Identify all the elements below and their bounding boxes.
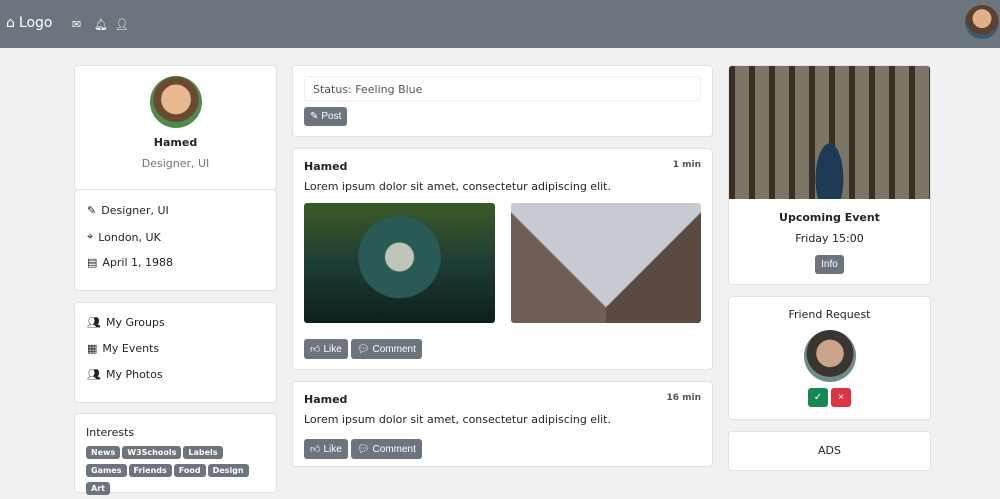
interest-tag[interactable]: Food bbox=[173, 464, 206, 477]
profile-card: Hamed Designer, UI bbox=[74, 65, 277, 190]
event-time: Friday 15:00 bbox=[795, 232, 864, 245]
profile-role: Designer, UI bbox=[141, 157, 210, 170]
people-icon: 👥︎ bbox=[87, 316, 101, 329]
logo-link[interactable]: ⌂ Logo bbox=[6, 15, 52, 31]
like-button[interactable]: 👍︎ Like bbox=[304, 339, 348, 359]
status-input[interactable]: Status: Feeling Blue bbox=[304, 76, 701, 101]
comment-button[interactable]: 💬︎ Comment bbox=[350, 439, 422, 459]
link-label: My Groups bbox=[105, 316, 165, 329]
pencil-icon: ✎ bbox=[310, 111, 319, 122]
info-card: ✎ Designer, UI ⌖ London, UK ▤ April 1, 1988 bbox=[74, 189, 277, 291]
info-role: Designer, UI bbox=[101, 204, 169, 217]
comment-label: Comment bbox=[372, 343, 416, 355]
links-card: 👥︎ My Groups ▦ My Events 👥︎ My Photos bbox=[74, 302, 277, 403]
location-icon: ⌖ bbox=[87, 230, 94, 243]
post-card: Hamed 1 min Lorem ipsum dolor sit amet, c… bbox=[292, 148, 713, 370]
comment-icon: 💬︎ bbox=[356, 343, 370, 355]
link-label: My Events bbox=[102, 342, 160, 355]
post-image-building[interactable] bbox=[511, 203, 701, 323]
event-image bbox=[729, 66, 930, 199]
link-label: My Photos bbox=[105, 368, 163, 381]
home-icon: ⌂ bbox=[6, 15, 15, 31]
accept-button[interactable]: ✓ bbox=[808, 388, 828, 407]
friend-request-title: Friend Request bbox=[788, 308, 871, 321]
thumbs-up-icon: 👍︎ bbox=[310, 444, 321, 455]
people-icon: 👥︎ bbox=[87, 368, 101, 381]
friend-request-card: Friend Request ✓ × bbox=[728, 296, 931, 420]
like-label: Like bbox=[323, 343, 342, 355]
interest-tag[interactable]: W3Schools bbox=[122, 446, 182, 459]
like-button[interactable]: 👍︎ Like bbox=[304, 439, 348, 459]
like-label: Like bbox=[323, 443, 342, 455]
post-text: Lorem ipsum dolor sit amet, consectetur … bbox=[304, 413, 611, 426]
interest-tag[interactable]: News bbox=[86, 446, 121, 459]
interest-tag[interactable]: Design bbox=[207, 464, 249, 477]
status-card: Status: Feeling Blue ✎ Post bbox=[292, 65, 713, 137]
profile-name: Hamed bbox=[153, 136, 198, 149]
link-my-photos[interactable]: 👥︎ My Photos bbox=[87, 368, 163, 381]
navbar: ⌂ Logo ✉ 🔔︎ 👤︎ bbox=[0, 0, 1000, 48]
post-card: Hamed 16 min Lorem ipsum dolor sit amet, … bbox=[292, 381, 713, 467]
comment-icon: 💬︎ bbox=[356, 443, 370, 455]
bell-icon[interactable]: 🔔︎ bbox=[94, 18, 108, 31]
interests-title: Interests bbox=[86, 426, 135, 439]
tag-list: News W3Schools Labels Games Friends Food Desig… bbox=[86, 445, 265, 499]
post-button[interactable]: ✎ Post bbox=[304, 107, 348, 126]
post-image-car[interactable] bbox=[304, 203, 495, 323]
post-time: 1 min bbox=[672, 160, 701, 170]
interest-tag[interactable]: Labels bbox=[183, 446, 223, 459]
post-time: 16 min bbox=[666, 393, 701, 403]
link-my-events[interactable]: ▦ My Events bbox=[87, 342, 159, 355]
cake-icon: ▤ bbox=[87, 256, 98, 269]
ads-card: ADS bbox=[728, 431, 931, 471]
calendar-icon: ▦ bbox=[87, 342, 98, 355]
post-label: Post bbox=[321, 111, 342, 122]
info-location: London, UK bbox=[98, 230, 161, 244]
friend-avatar bbox=[803, 330, 856, 382]
avatar[interactable] bbox=[965, 5, 999, 39]
interest-tag[interactable]: Games bbox=[86, 464, 127, 477]
event-title: Upcoming Event bbox=[779, 211, 880, 224]
pencil-icon: ✎ bbox=[87, 204, 97, 217]
post-text: Lorem ipsum dolor sit amet, consectetur … bbox=[304, 180, 611, 193]
comment-button[interactable]: 💬︎ Comment bbox=[350, 339, 422, 359]
ads-title: ADS bbox=[818, 444, 841, 457]
post-author: Hamed bbox=[304, 393, 348, 406]
comment-label: Comment bbox=[372, 443, 416, 455]
user-icon[interactable]: 👤︎ bbox=[115, 18, 129, 31]
thumbs-up-icon: 👍︎ bbox=[310, 344, 321, 355]
interests-card: Interests News W3Schools Labels Games Friend… bbox=[74, 413, 277, 495]
envelope-icon[interactable]: ✉ bbox=[72, 18, 81, 31]
event-card: Upcoming Event Friday 15:00 Info bbox=[728, 65, 931, 285]
info-birthday: April 1, 1988 bbox=[102, 256, 174, 269]
decline-button[interactable]: × bbox=[831, 388, 851, 407]
interest-tag[interactable]: Art bbox=[86, 482, 110, 495]
interest-tag[interactable]: Friends bbox=[128, 464, 172, 477]
post-author: Hamed bbox=[304, 160, 348, 173]
info-button[interactable]: Info bbox=[815, 255, 844, 274]
link-my-groups[interactable]: 👥︎ My Groups bbox=[87, 316, 165, 329]
profile-avatar bbox=[149, 76, 202, 128]
